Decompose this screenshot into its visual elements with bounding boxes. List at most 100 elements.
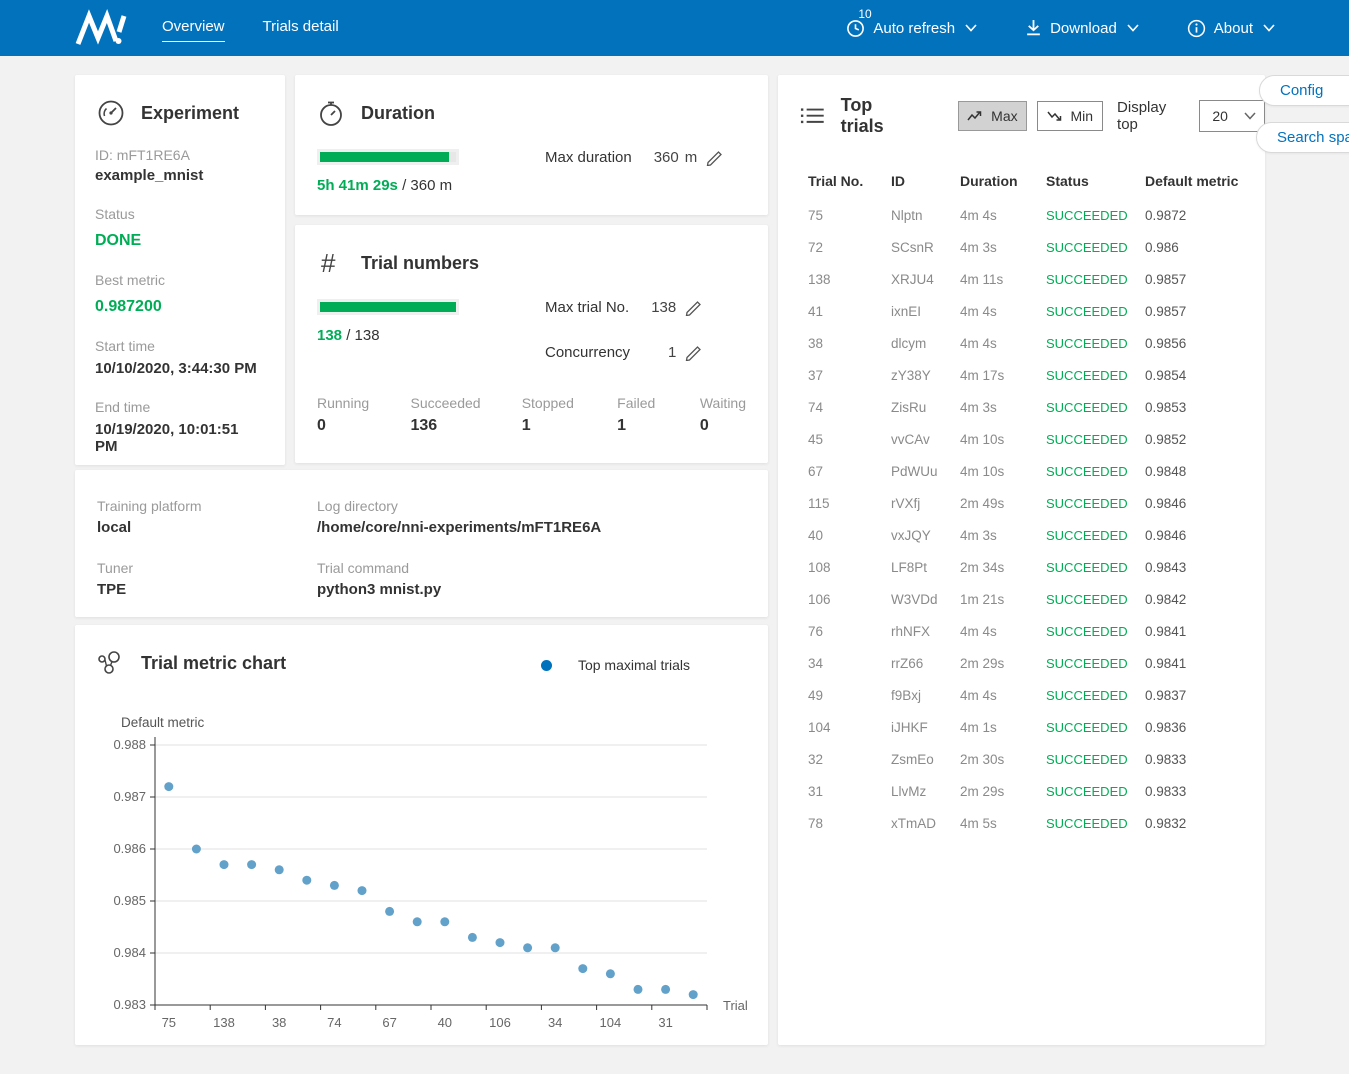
data-point[interactable] — [689, 990, 698, 999]
data-point[interactable] — [385, 907, 394, 916]
edit-pencil-icon[interactable] — [684, 299, 703, 316]
cell-id: LF8Pt — [891, 560, 960, 575]
data-point[interactable] — [440, 917, 449, 926]
cell-id: xTmAD — [891, 816, 960, 831]
data-point[interactable] — [634, 985, 643, 994]
data-point[interactable] — [220, 860, 229, 869]
data-point[interactable] — [275, 865, 284, 874]
duration-panel: Duration 5h 41m 29s / 360 m Max duration… — [295, 75, 768, 215]
download-menu[interactable]: Download — [1025, 19, 1139, 37]
cell-id: W3VDd — [891, 592, 960, 607]
display-top-select[interactable]: 20 — [1199, 100, 1265, 132]
cell-id: rVXfj — [891, 496, 960, 511]
edit-pencil-icon[interactable] — [684, 344, 703, 361]
max-button-label: Max — [991, 108, 1017, 124]
cell-status: SUCCEEDED — [1046, 368, 1145, 383]
list-icon — [800, 104, 825, 128]
cell-no: 67 — [808, 464, 891, 479]
cell-status: SUCCEEDED — [1046, 752, 1145, 767]
app-screen: Overview Trials detail 10 Auto refresh — [0, 0, 1349, 1074]
chevron-down-icon — [1244, 112, 1256, 120]
chart-legend[interactable]: Top maximal trials — [541, 657, 690, 673]
data-point[interactable] — [523, 943, 532, 952]
config-button[interactable]: Config — [1259, 75, 1349, 106]
cell-metric: 0.9832 — [1145, 816, 1263, 831]
search-space-button[interactable]: Search space — [1256, 122, 1349, 153]
auto-refresh-menu[interactable]: 10 Auto refresh — [846, 19, 977, 38]
tab-overview[interactable]: Overview — [162, 14, 225, 42]
search-space-button-label: Search space — [1277, 129, 1349, 146]
data-point[interactable] — [551, 943, 560, 952]
navbar: Overview Trials detail 10 Auto refresh — [0, 0, 1349, 56]
data-point[interactable] — [496, 938, 505, 947]
table-row: 40vxJQY4m 3sSUCCEEDED0.9846 — [778, 519, 1265, 551]
axis-tick-label: 0.986 — [113, 841, 146, 856]
cell-id: dlcym — [891, 336, 960, 351]
cell-dur: 2m 34s — [960, 560, 1046, 575]
trials-total-count: / 138 — [346, 327, 379, 344]
max-button[interactable]: Max — [958, 101, 1026, 131]
about-menu[interactable]: About — [1187, 19, 1275, 38]
data-point[interactable] — [606, 969, 615, 978]
table-row: 31LlvMz2m 29sSUCCEEDED0.9833 — [778, 775, 1265, 807]
cell-metric: 0.9836 — [1145, 720, 1263, 735]
status-label: Status — [95, 206, 135, 222]
data-point[interactable] — [578, 964, 587, 973]
data-point[interactable] — [413, 917, 422, 926]
cell-status: SUCCEEDED — [1046, 464, 1145, 479]
config-button-label: Config — [1280, 82, 1323, 99]
log-directory-label: Log directory — [317, 498, 746, 514]
cell-metric: 0.986 — [1145, 240, 1263, 255]
hash-icon: # — [317, 249, 345, 277]
edit-pencil-icon[interactable] — [705, 149, 724, 166]
data-point[interactable] — [164, 782, 173, 791]
col-default-metric: Default metric — [1145, 173, 1263, 189]
nav-tabs: Overview Trials detail — [162, 14, 339, 42]
start-time-value: 10/10/2020, 3:44:30 PM — [95, 360, 265, 377]
trend-up-icon — [967, 110, 983, 122]
stat-label: Failed — [617, 395, 700, 411]
y-axis-title: Default metric — [121, 715, 205, 730]
cell-no: 78 — [808, 816, 891, 831]
table-header-row: Trial No. ID Duration Status Default met… — [778, 163, 1265, 199]
cell-dur: 2m 30s — [960, 752, 1046, 767]
cell-no: 38 — [808, 336, 891, 351]
cell-metric: 0.9857 — [1145, 304, 1263, 319]
col-duration: Duration — [960, 173, 1046, 189]
cell-status: SUCCEEDED — [1046, 720, 1145, 735]
data-point[interactable] — [661, 985, 670, 994]
cell-metric: 0.9848 — [1145, 464, 1263, 479]
cell-id: SCsnR — [891, 240, 960, 255]
data-point[interactable] — [468, 933, 477, 942]
navbar-actions: 10 Auto refresh Download — [846, 19, 1275, 38]
col-trial-no: Trial No. — [808, 173, 891, 189]
cell-dur: 2m 29s — [960, 656, 1046, 671]
tuner-value: TPE — [97, 581, 317, 598]
table-row: 76rhNFX4m 4sSUCCEEDED0.9841 — [778, 615, 1265, 647]
axis-tick-label: 75 — [162, 1015, 176, 1030]
data-point[interactable] — [358, 886, 367, 895]
data-point[interactable] — [302, 876, 311, 885]
data-point[interactable] — [247, 860, 256, 869]
clock-refresh-icon — [846, 19, 865, 38]
experiment-panel: Experiment ID: mFT1RE6A example_mnist St… — [75, 75, 285, 465]
cell-metric: 0.9837 — [1145, 688, 1263, 703]
cell-no: 49 — [808, 688, 891, 703]
cell-id: vxJQY — [891, 528, 960, 543]
max-duration-unit: m — [685, 149, 698, 166]
cell-status: SUCCEEDED — [1046, 304, 1145, 319]
trial-command-label: Trial command — [317, 560, 746, 576]
min-button-label: Min — [1071, 108, 1094, 124]
min-button[interactable]: Min — [1037, 101, 1103, 131]
cell-dur: 4m 3s — [960, 400, 1046, 415]
trial-metric-chart-panel: Trial metric chart Top maximal trials De… — [75, 625, 768, 1045]
axis-tick-label: 67 — [382, 1015, 396, 1030]
chevron-down-icon — [965, 24, 977, 32]
cell-id: f9Bxj — [891, 688, 960, 703]
data-point[interactable] — [192, 845, 201, 854]
cell-no: 106 — [808, 592, 891, 607]
tab-trials-detail[interactable]: Trials detail — [263, 14, 339, 42]
cell-status: SUCCEEDED — [1046, 656, 1145, 671]
end-time-value: 10/19/2020, 10:01:51 PM — [95, 421, 265, 455]
data-point[interactable] — [330, 881, 339, 890]
